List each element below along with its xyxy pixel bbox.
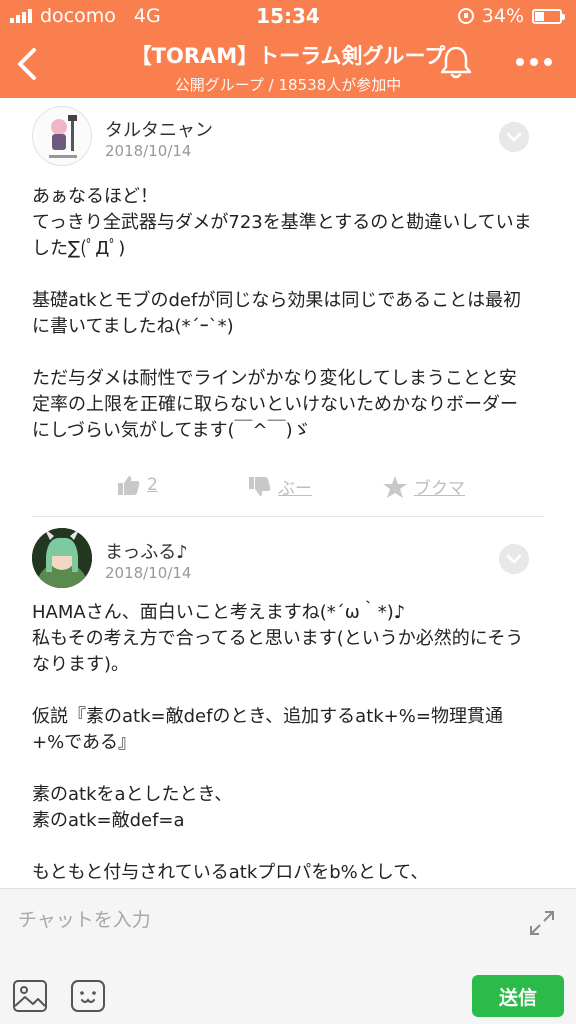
battery-icon bbox=[532, 8, 565, 24]
post-body: あぁなるほど！ てっきり全武器与ダメが723を基準とするのと勘違いしていました∑… bbox=[32, 186, 532, 441]
thumbs-up-icon bbox=[118, 476, 140, 495]
post-actions: 2 ぶー ブクマ bbox=[0, 466, 576, 506]
bell-icon[interactable] bbox=[438, 44, 474, 80]
author-name[interactable]: タルタニャン bbox=[105, 116, 213, 142]
chevron-down-icon[interactable] bbox=[499, 122, 529, 152]
dislike-label: ぶー bbox=[278, 479, 312, 499]
bookmark-button[interactable]: ブクマ bbox=[382, 474, 465, 499]
like-count: 2 bbox=[147, 475, 158, 495]
app-header: docomo 4G 15:34 34% 【TORAM】トーラム剣グループ 公開グ… bbox=[0, 0, 576, 98]
group-title-block: 【TORAM】トーラム剣グループ 公開グループ / 18538人が参加中 bbox=[100, 40, 476, 95]
post-item: まっふる♪ 2018/10/14 HAMAさん、面白いこと考えますね(*´ω｀*… bbox=[0, 518, 576, 888]
sticker-icon[interactable] bbox=[70, 979, 106, 1013]
avatar[interactable] bbox=[32, 528, 92, 588]
avatar[interactable] bbox=[32, 106, 92, 166]
thumbs-down-icon bbox=[249, 476, 271, 496]
group-subtitle: 公開グループ / 18538人が参加中 bbox=[174, 76, 402, 94]
bookmark-label: ブクマ bbox=[414, 479, 465, 499]
more-icon[interactable] bbox=[516, 54, 556, 70]
chevron-left-icon[interactable] bbox=[12, 44, 42, 84]
post-date: 2018/10/14 bbox=[105, 142, 192, 160]
image-icon[interactable] bbox=[12, 979, 48, 1013]
post-feed: タルタニャン 2018/10/14 あぁなるほど！ てっきり全武器与ダメが723… bbox=[0, 98, 576, 888]
author-name[interactable]: まっふる♪ bbox=[105, 538, 188, 564]
status-bar: docomo 4G 15:34 34% bbox=[0, 0, 576, 32]
chat-composer: 送信 bbox=[0, 888, 576, 1024]
rotation-lock-icon bbox=[457, 8, 474, 24]
chat-input[interactable] bbox=[18, 903, 498, 937]
battery-percent: 34% bbox=[481, 5, 524, 27]
group-title: 【TORAM】トーラム剣グループ bbox=[130, 44, 446, 68]
like-button[interactable]: 2 bbox=[117, 474, 158, 496]
star-icon bbox=[383, 475, 407, 498]
post-body: HAMAさん、面白いこと考えますね(*´ω｀*)♪ 私もその考え方で合ってると思… bbox=[32, 602, 524, 883]
dislike-button[interactable]: ぶー bbox=[248, 474, 312, 499]
expand-icon[interactable] bbox=[528, 909, 556, 937]
post-divider bbox=[32, 516, 544, 517]
post-item: タルタニャン 2018/10/14 あぁなるほど！ てっきり全武器与ダメが723… bbox=[0, 98, 576, 514]
post-date: 2018/10/14 bbox=[105, 564, 192, 582]
send-button[interactable]: 送信 bbox=[472, 975, 564, 1017]
chevron-down-icon[interactable] bbox=[499, 544, 529, 574]
